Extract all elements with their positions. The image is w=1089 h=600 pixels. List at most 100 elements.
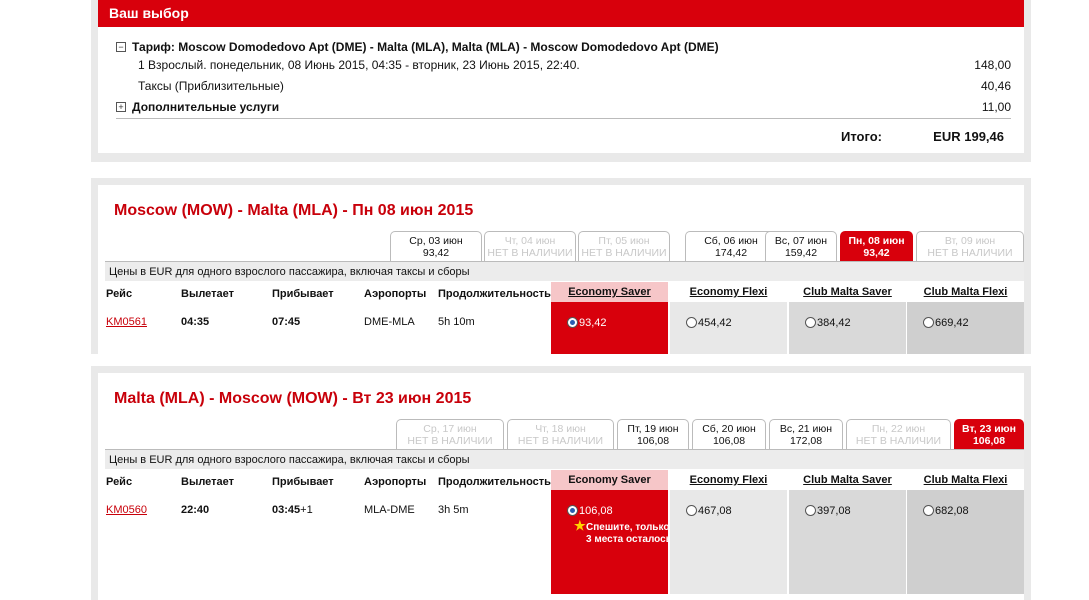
passenger-amount: 148,00 bbox=[974, 58, 1011, 72]
date-tab[interactable]: Ср, 03 июн 93,42 bbox=[390, 231, 482, 261]
tab-price: 93,42 bbox=[422, 247, 450, 259]
date-tab-selected[interactable]: Пн, 08 июн 93,42 bbox=[840, 231, 913, 261]
fare-price: 93,42 bbox=[579, 317, 607, 329]
date-tab[interactable]: Пт, 19 июн 106,08 bbox=[617, 419, 689, 449]
arrive-time: 07:45 bbox=[272, 316, 301, 328]
radio-unchecked-icon[interactable] bbox=[923, 317, 934, 328]
fare-price: 682,08 bbox=[935, 505, 969, 517]
fare-cell-economy-saver[interactable]: 106,08 ★ Спешите, только 3 места осталось… bbox=[551, 490, 675, 594]
fare-description: Тариф: Moscow Domodedovo Apt (DME) - Mal… bbox=[132, 40, 719, 54]
fare-header-economy-saver[interactable]: Economy Saver bbox=[551, 470, 668, 490]
fare-price: 454,42 bbox=[698, 317, 732, 329]
fare-row: − Тариф: Moscow Domodedovo Apt (DME) - Ma… bbox=[116, 38, 1011, 56]
fare-price: 397,08 bbox=[817, 505, 851, 517]
col-arrive: Прибывает bbox=[272, 288, 334, 300]
depart-time: 04:35 bbox=[181, 316, 210, 328]
tab-price: НЕТ В НАЛИЧИИ bbox=[855, 435, 942, 447]
fare-cell-club-malta-flexi[interactable]: 682,08 bbox=[907, 490, 1024, 594]
arrive-time: 03:45 bbox=[272, 504, 301, 516]
tab-price: 93,42 bbox=[863, 247, 890, 259]
fare-cell-economy-flexi[interactable]: 467,08 bbox=[670, 490, 787, 594]
tab-price: НЕТ В НАЛИЧИИ bbox=[927, 247, 1013, 259]
price-info-note: Цены в EUR для одного взрослого пассажир… bbox=[105, 261, 1024, 281]
star-icon: ★ bbox=[574, 518, 586, 533]
fare-cell-club-malta-flexi[interactable]: 669,42 bbox=[907, 302, 1024, 354]
col-depart: Вылетает bbox=[181, 476, 235, 488]
tab-day: Вс, 07 июн bbox=[774, 235, 828, 247]
date-tab: Вт, 09 июн НЕТ В НАЛИЧИИ bbox=[916, 231, 1024, 261]
date-tab: Пт, 05 июн НЕТ В НАЛИЧИИ bbox=[578, 231, 670, 261]
selection-summary-panel: Ваш выбор − Тариф: Moscow Domodedovo Apt … bbox=[91, 0, 1031, 162]
fare-header-club-malta-saver[interactable]: Club Malta Saver bbox=[789, 282, 906, 302]
plus-box-icon[interactable]: + bbox=[116, 102, 126, 112]
tab-day: Ср, 03 июн bbox=[409, 235, 463, 247]
tab-day: Вс, 21 июн bbox=[779, 423, 833, 435]
radio-unchecked-icon[interactable] bbox=[686, 317, 697, 328]
fare-header-club-malta-flexi[interactable]: Club Malta Flexi bbox=[907, 470, 1024, 490]
fare-price: 467,08 bbox=[698, 505, 732, 517]
col-flight: Рейс bbox=[106, 288, 133, 300]
fare-header-club-malta-saver[interactable]: Club Malta Saver bbox=[789, 470, 906, 490]
tab-price: НЕТ В НАЛИЧИИ bbox=[487, 247, 573, 259]
arrive-next-day: +1 bbox=[300, 504, 313, 516]
passenger-line: 1 Взрослый. понедельник, 08 Июнь 2015, 0… bbox=[138, 58, 580, 72]
date-tab: Чт, 18 июн НЕТ В НАЛИЧИИ bbox=[507, 419, 614, 449]
extras-amount: 11,00 bbox=[981, 100, 1011, 114]
col-depart: Вылетает bbox=[181, 288, 235, 300]
extras-row[interactable]: + Дополнительные услуги 11,00 bbox=[116, 98, 1011, 116]
fare-header-economy-saver[interactable]: Economy Saver bbox=[551, 282, 668, 302]
duration-value: 3h 5m bbox=[438, 504, 469, 516]
date-tab[interactable]: Вс, 07 июн 159,42 bbox=[765, 231, 837, 261]
radio-unchecked-icon[interactable] bbox=[805, 317, 816, 328]
fare-cell-economy-saver[interactable]: 93,42 bbox=[551, 302, 668, 354]
summary-divider bbox=[116, 118, 1011, 119]
depart-time: 22:40 bbox=[181, 504, 210, 516]
tab-price: 106,08 bbox=[636, 435, 670, 447]
radio-unchecked-icon[interactable] bbox=[686, 505, 697, 516]
taxes-label: Таксы (Приблизительные) bbox=[138, 79, 284, 93]
tab-price: 159,42 bbox=[784, 247, 818, 259]
fare-price: 106,08 bbox=[579, 505, 613, 517]
date-tab[interactable]: Вс, 21 июн 172,08 bbox=[769, 419, 843, 449]
radio-unchecked-icon[interactable] bbox=[805, 505, 816, 516]
fare-price: 384,42 bbox=[817, 317, 851, 329]
radio-checked-icon[interactable] bbox=[567, 317, 578, 328]
fare-cell-club-malta-saver[interactable]: 397,08 bbox=[789, 490, 906, 594]
price-info-note: Цены в EUR для одного взрослого пассажир… bbox=[105, 449, 1024, 469]
airports-value: DME-MLA bbox=[364, 316, 415, 328]
col-airports: Аэропорты bbox=[364, 476, 427, 488]
fare-header-club-malta-flexi[interactable]: Club Malta Flexi bbox=[907, 282, 1024, 302]
radio-unchecked-icon[interactable] bbox=[923, 505, 934, 516]
total-label: Итого: bbox=[841, 129, 882, 144]
fare-header-economy-flexi[interactable]: Economy Flexi bbox=[670, 282, 787, 302]
date-tab-selected[interactable]: Вт, 23 июн 106,08 bbox=[954, 419, 1024, 449]
minus-box-icon[interactable]: − bbox=[116, 42, 126, 52]
tab-day: Пт, 19 июн bbox=[627, 423, 679, 435]
airports-value: MLA-DME bbox=[364, 504, 415, 516]
fare-header-economy-flexi[interactable]: Economy Flexi bbox=[670, 470, 787, 490]
tab-day: Чт, 18 июн bbox=[535, 423, 586, 435]
summary-title: Ваш выбор bbox=[98, 0, 1024, 27]
col-duration: Продолжительность bbox=[438, 288, 551, 300]
flight-number-link[interactable]: KM0560 bbox=[106, 504, 147, 516]
hurry-text: Спешите, только 3 места осталось! bbox=[586, 522, 676, 545]
tab-day: Вт, 23 июн bbox=[962, 423, 1016, 435]
taxes-row: Таксы (Приблизительные) 40,46 bbox=[138, 77, 1011, 95]
date-tab[interactable]: Сб, 06 июн 174,42 bbox=[685, 231, 777, 261]
inbound-flight-box: Malta (MLA) - Moscow (MOW) - Вт 23 июн 2… bbox=[98, 373, 1024, 600]
outbound-flight-box: Moscow (MOW) - Malta (MLA) - Пн 08 июн 2… bbox=[98, 185, 1024, 354]
outbound-flight-panel: Moscow (MOW) - Malta (MLA) - Пн 08 июн 2… bbox=[91, 178, 1031, 354]
taxes-amount: 40,46 bbox=[980, 79, 1011, 93]
date-tab[interactable]: Сб, 20 июн 106,08 bbox=[692, 419, 766, 449]
tab-price: НЕТ В НАЛИЧИИ bbox=[407, 435, 493, 447]
date-tab: Пн, 22 июн НЕТ В НАЛИЧИИ bbox=[846, 419, 951, 449]
col-airports: Аэропорты bbox=[364, 288, 427, 300]
duration-value: 5h 10m bbox=[438, 316, 475, 328]
fare-cell-club-malta-saver[interactable]: 384,42 bbox=[789, 302, 906, 354]
radio-checked-icon[interactable] bbox=[567, 505, 578, 516]
col-duration: Продолжительность bbox=[438, 476, 551, 488]
tab-price: 106,08 bbox=[972, 435, 1006, 447]
flight-number-link[interactable]: KM0561 bbox=[106, 316, 147, 328]
fare-cell-economy-flexi[interactable]: 454,42 bbox=[670, 302, 787, 354]
inbound-title: Malta (MLA) - Moscow (MOW) - Вт 23 июн 2… bbox=[114, 390, 472, 407]
